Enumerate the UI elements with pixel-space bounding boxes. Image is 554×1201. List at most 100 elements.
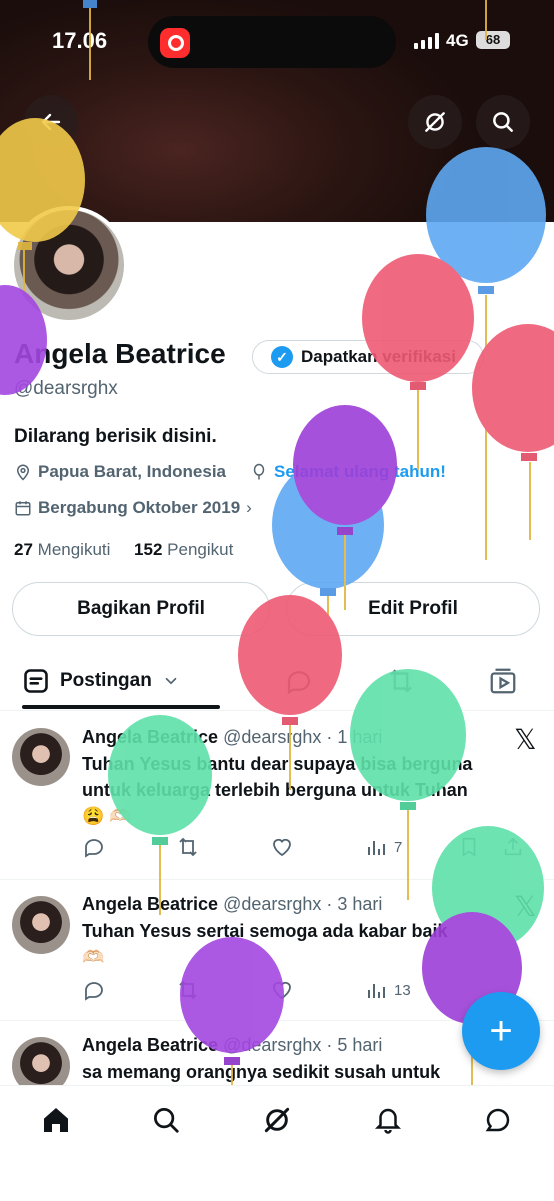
bottom-navigation [0, 1085, 554, 1201]
status-bar: 17.06 4G 68 [0, 0, 554, 80]
post-avatar[interactable] [12, 1037, 70, 1085]
reply-button[interactable] [82, 978, 176, 1002]
post-actions: 7 [82, 833, 542, 861]
x-logo-icon: 𝕏 [514, 724, 537, 755]
reply-button[interactable] [82, 835, 176, 859]
nav-home[interactable] [36, 1100, 76, 1140]
follow-stats: 27 Mengikuti 152 Pengikut [14, 540, 233, 560]
views-icon [368, 841, 385, 855]
birthday-text[interactable]: Selamat ulang tahun! [274, 462, 446, 482]
profile-birthday[interactable]: Selamat ulang tahun! [250, 462, 446, 482]
search-button[interactable] [476, 95, 530, 149]
repost-button[interactable] [176, 835, 270, 859]
tab-reposts[interactable] [386, 666, 416, 701]
like-icon [273, 981, 291, 1000]
like-button[interactable] [270, 978, 364, 1002]
profile-bio: Dilarang berisik disini. [14, 426, 217, 447]
post-item[interactable]: Angela Beatrice @dearsrghx · 3 hari Tuha… [0, 880, 554, 1021]
balloon-icon [472, 324, 554, 540]
tab-replies[interactable] [284, 666, 314, 701]
nav-search[interactable] [146, 1100, 186, 1140]
post-header: Angela Beatrice @dearsrghx · 5 hari [82, 1035, 382, 1056]
plus-icon: + [489, 1008, 513, 1053]
post-item[interactable]: Angela Beatrice @dearsrghx · 1 hari Tuha… [0, 711, 554, 880]
post-author[interactable]: Angela Beatrice [82, 894, 218, 914]
x-logo-icon: 𝕏 [514, 891, 537, 922]
network-type: 4G [446, 31, 469, 50]
profile-name: Angela Beatrice [14, 338, 226, 369]
profile-avatar[interactable] [10, 206, 128, 324]
grok-icon [264, 1107, 290, 1133]
repost-icon [179, 837, 197, 857]
get-verified-label: Dapatkan verifikasi [301, 347, 456, 366]
post-header: Angela Beatrice @dearsrghx · 3 hari [82, 894, 382, 915]
get-verified-button[interactable]: ✓ Dapatkan verifikasi [252, 340, 484, 374]
location-icon [16, 464, 30, 481]
grok-button[interactable] [408, 95, 462, 149]
share-icon [504, 837, 522, 856]
profile-tabs: Postingan [0, 652, 554, 711]
share-profile-button[interactable]: Bagikan Profil [12, 582, 270, 636]
profile-handle: @dearsrghx [14, 378, 118, 399]
tab-posts[interactable]: Postingan [22, 652, 180, 710]
reply-icon [287, 671, 311, 695]
compose-button[interactable]: + [462, 992, 540, 1070]
tab-posts-label: Postingan [60, 670, 152, 691]
grok-icon [425, 112, 445, 132]
balloon-icon [293, 405, 397, 610]
verified-badge-icon: ✓ [271, 346, 293, 368]
battery-icon: 68 [476, 31, 510, 49]
post-meta: @dearsrghx · 1 hari [223, 727, 383, 747]
back-arrow-icon [41, 113, 61, 131]
edit-profile-button[interactable]: Edit Profil [286, 582, 540, 636]
recording-app-icon [160, 28, 190, 58]
like-button[interactable] [270, 835, 364, 859]
messages-icon [485, 1108, 510, 1132]
back-button[interactable] [24, 95, 78, 149]
nav-notifications[interactable] [368, 1100, 408, 1140]
reply-icon [85, 982, 103, 1001]
chevron-right-icon: › [246, 498, 252, 517]
joined-text: Bergabung Oktober 2019 [38, 498, 241, 517]
following-link[interactable]: 27 Mengikuti [14, 540, 110, 559]
post-text: Tuhan Yesus sertai semoga ada kabar baik… [82, 921, 448, 967]
repost-icon [179, 980, 197, 1000]
views-button[interactable]: 13 [364, 978, 458, 1002]
bookmark-icon [462, 837, 476, 857]
signal-icon [414, 33, 440, 49]
tab-media[interactable] [488, 666, 518, 701]
status-time: 17.06 [52, 28, 108, 53]
reply-icon [85, 839, 103, 858]
repost-button[interactable] [176, 978, 270, 1002]
post-header: Angela Beatrice @dearsrghx · 1 hari [82, 727, 382, 748]
location-text: Papua Barat, Indonesia [38, 462, 226, 481]
post-tab-icon [24, 669, 48, 693]
like-icon [273, 838, 291, 857]
dynamic-island [148, 16, 396, 68]
views-button[interactable]: 7 [364, 835, 458, 859]
profile-joined[interactable]: Bergabung Oktober 2019 › [14, 498, 252, 518]
post-meta: @dearsrghx · 5 hari [223, 1035, 383, 1055]
balloon-icon [272, 461, 384, 670]
balloon-icon [253, 463, 265, 480]
post-author[interactable]: Angela Beatrice [82, 1035, 218, 1055]
post-meta: @dearsrghx · 3 hari [223, 894, 383, 914]
bookmark-button[interactable] [458, 836, 502, 858]
post-avatar[interactable] [12, 896, 70, 954]
nav-grok[interactable] [257, 1100, 297, 1140]
views-icon [368, 984, 385, 998]
repost-icon [390, 669, 412, 693]
post-avatar[interactable] [12, 728, 70, 786]
chevron-down-icon [165, 677, 177, 685]
home-icon [44, 1108, 68, 1132]
active-tab-indicator [22, 705, 220, 709]
media-icon [490, 668, 516, 694]
share-button[interactable] [502, 836, 542, 858]
nav-messages[interactable] [478, 1100, 518, 1140]
calendar-icon [15, 501, 31, 516]
post-actions: 13 [82, 976, 542, 1004]
profile-location: Papua Barat, Indonesia [14, 462, 226, 482]
post-author[interactable]: Angela Beatrice [82, 727, 218, 747]
search-icon [493, 112, 513, 132]
followers-link[interactable]: 152 Pengikut [134, 540, 233, 559]
